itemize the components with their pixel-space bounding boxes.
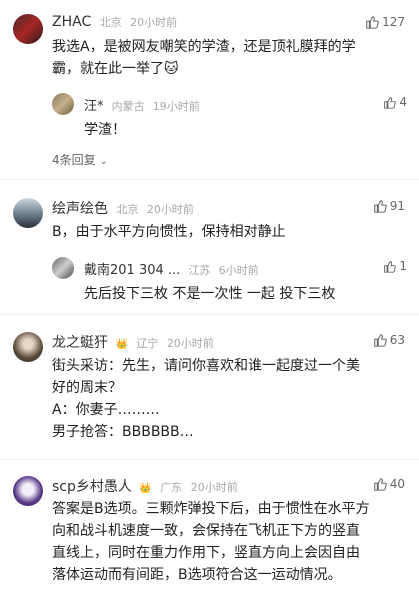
comment-author[interactable]: 绘声绘色 北京 20小时前: [52, 198, 194, 218]
like-count: 91: [389, 199, 405, 213]
comment-location: 广东: [160, 481, 183, 494]
comment-text: B，由于水平方向惯性，保持相对静止: [52, 221, 404, 243]
comment-time: 20小时前: [130, 16, 178, 29]
text-line: B，由于水平方向惯性，保持相对静止: [52, 224, 286, 240]
text-line: 向和战斗机速度一致，会保持在飞机正下方的竖直: [52, 523, 360, 539]
like-count: 127: [382, 15, 405, 29]
reply-item: 戴南201 304 ... 江苏 6小时前 1 先后投下三枚 不是一次性 一起 …: [52, 257, 407, 302]
avatar[interactable]: [13, 198, 43, 228]
text-line: 落体运动而有间距，B选项符合这一运动情况。: [52, 567, 342, 583]
author-name[interactable]: 绘声绘色: [52, 201, 108, 217]
more-replies-link[interactable]: 4条回复 ⌄: [52, 151, 108, 168]
reply-author-name[interactable]: 汪*: [84, 99, 104, 114]
like-count: 40: [389, 477, 405, 491]
avatar[interactable]: [13, 332, 43, 362]
reply-avatar[interactable]: [52, 257, 74, 279]
reply-text: 学渣！: [84, 122, 126, 138]
reply-avatar[interactable]: [52, 93, 74, 115]
text-line: 街头采访：先生，请问你喜欢和谁一起度过一个美: [52, 358, 360, 374]
like-button[interactable]: 91: [373, 199, 405, 213]
reply-item: 汪* 内蒙古 19小时前 4 学渣！: [52, 93, 407, 138]
comment-location: 北京: [116, 203, 139, 216]
like-button[interactable]: 63: [373, 333, 405, 347]
like-button[interactable]: 127: [365, 15, 405, 29]
reply-author[interactable]: 汪* 内蒙古 19小时前: [84, 95, 200, 114]
comment-item: 绘声绘色 北京 20小时前 91 B，由于水平方向惯性，保持相对静止 戴南201…: [0, 180, 419, 315]
text-line: 男子抢答：BBBBBB…: [52, 424, 194, 440]
reply-like-button[interactable]: 4: [383, 95, 407, 109]
reply-text: 先后投下三枚 不是一次性 一起 投下三枚: [84, 286, 336, 302]
comment-item: scp乡村愚人 👑 广东 20小时前 40 答案是B选项。三颗炸弹投下后，由于惯…: [0, 460, 419, 590]
comment-location: 辽宁: [136, 337, 159, 350]
comment-text: 我选A，是被网友嘲笑的学渣，还是顶礼膜拜的学 霸，就在此一举了🐱: [52, 36, 404, 80]
thumbs-up-icon: [373, 334, 387, 347]
comment-author[interactable]: ZHAC 北京 20小时前: [52, 14, 177, 30]
comment-time: 20小时前: [190, 481, 238, 494]
reply-like-button[interactable]: 1: [383, 259, 407, 273]
like-count: 63: [389, 333, 405, 347]
reply-author[interactable]: 戴南201 304 ... 江苏 6小时前: [84, 259, 259, 278]
author-name[interactable]: scp乡村愚人: [52, 479, 132, 495]
reply-location: 江苏: [188, 264, 211, 277]
thumbs-up-icon: [366, 16, 379, 29]
author-name[interactable]: 龙之蜓犴: [52, 335, 108, 351]
comment-text: 答案是B选项。三颗炸弹投下后，由于惯性在水平方 向和战斗机速度一致，会保持在飞机…: [52, 498, 404, 586]
thumbs-up-icon: [373, 200, 387, 213]
comment-item: 龙之蜓犴 👑 辽宁 20小时前 63 街头采访：先生，请问你喜欢和谁一起度过一个…: [0, 315, 419, 460]
text-line: 直线上，同时在重力作用下，竖直方向上会因自由: [52, 545, 360, 561]
thumbs-up-icon: [373, 478, 387, 491]
more-replies-label: 4条回复: [52, 153, 96, 167]
chevron-down-icon: ⌄: [99, 156, 108, 167]
text-line: 答案是B选项。三颗炸弹投下后，由于惯性在水平方: [52, 501, 370, 517]
text-line: 霸，就在此一举了🐱: [52, 61, 179, 77]
text-line: 我选A，是被网友嘲笑的学渣，还是顶礼膜拜的学: [52, 39, 356, 55]
reply-location: 内蒙古: [111, 100, 145, 113]
reply-author-name[interactable]: 戴南201 304 ...: [84, 263, 180, 278]
text-line: A：你妻子………: [52, 402, 160, 418]
reply-time: 19小时前: [152, 100, 200, 113]
comment-time: 20小时前: [166, 337, 214, 350]
reply-like-count: 4: [399, 95, 407, 109]
vip-badge-icon: 👑: [139, 483, 152, 494]
vip-badge-icon: 👑: [115, 339, 128, 350]
reply-like-count: 1: [399, 259, 407, 273]
reply-time: 6小时前: [218, 264, 259, 277]
comment-author[interactable]: scp乡村愚人 👑 广东 20小时前: [52, 476, 238, 496]
avatar[interactable]: [13, 476, 43, 506]
comment-time: 20小时前: [146, 203, 194, 216]
avatar[interactable]: [13, 14, 43, 44]
author-name[interactable]: ZHAC: [52, 14, 91, 30]
text-line: 好的周末？: [52, 380, 122, 396]
thumbs-up-icon: [384, 260, 397, 273]
comment-item: ZHAC 北京 20小时前 127 我选A，是被网友嘲笑的学渣，还是顶礼膜拜的学…: [0, 0, 419, 180]
comment-location: 北京: [99, 16, 122, 29]
comment-text: 街头采访：先生，请问你喜欢和谁一起度过一个美 好的周末？ A：你妻子……… 男子…: [52, 355, 404, 443]
thumbs-up-icon: [384, 96, 397, 109]
like-button[interactable]: 40: [373, 477, 405, 491]
comment-author[interactable]: 龙之蜓犴 👑 辽宁 20小时前: [52, 332, 214, 352]
